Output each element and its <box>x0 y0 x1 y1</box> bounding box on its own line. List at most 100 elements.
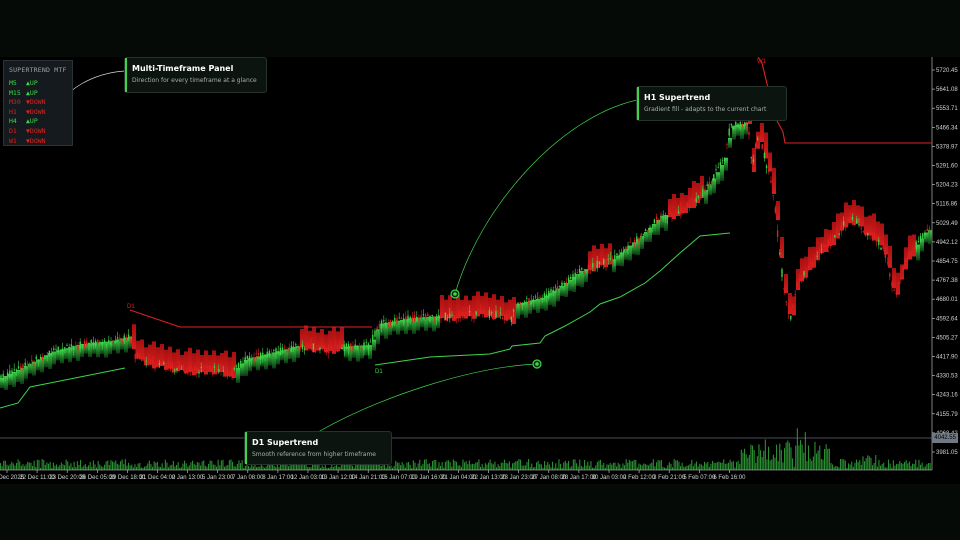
volume-bar <box>867 455 869 470</box>
time-label: 2 Feb 12:00 <box>623 475 656 481</box>
volume-bar <box>51 467 53 470</box>
candle-body <box>801 278 803 280</box>
candle-body <box>99 342 101 344</box>
volume-bar <box>54 465 56 470</box>
candle-body <box>44 358 46 359</box>
candle-body <box>616 253 618 256</box>
candle-body <box>156 360 158 363</box>
candle-body <box>369 341 372 343</box>
candle-body <box>299 346 301 349</box>
candle-body <box>600 263 603 265</box>
volume-bar <box>548 464 550 470</box>
volume-bar <box>801 444 803 470</box>
candle-body <box>792 306 794 307</box>
volume-bar <box>803 452 805 470</box>
candle-body <box>110 342 112 345</box>
volume-bar <box>436 467 438 470</box>
volume-bar <box>342 464 344 470</box>
volume-bar <box>169 465 171 470</box>
volume-bar <box>838 467 840 470</box>
price-label: 4330.53 <box>936 374 958 380</box>
candle-body <box>510 316 513 323</box>
candle-body <box>262 352 264 359</box>
volume-bar <box>264 467 266 470</box>
volume-bar <box>395 460 397 470</box>
candle-body <box>255 353 257 355</box>
volume-bar <box>25 464 27 470</box>
supertrend-band-down <box>860 206 864 227</box>
volume-bar <box>36 459 38 470</box>
candle-body <box>871 233 873 239</box>
candle-body <box>684 208 686 211</box>
price-label: 4854.75 <box>936 259 958 265</box>
candle-body <box>387 325 389 327</box>
chart-area[interactable]: 5720.45 5641.08 5553.71 5466.34 5378.97 5291.… <box>0 57 960 484</box>
volume-bar <box>353 467 355 470</box>
candle-body <box>6 372 9 377</box>
volume-bar <box>65 459 67 470</box>
volume-bar <box>761 456 763 470</box>
candle-body <box>794 294 796 295</box>
mtf-status: ▼DOWN <box>26 98 46 107</box>
volume-bar <box>579 459 581 470</box>
volume-bar <box>505 462 507 470</box>
volume-bar <box>793 466 795 470</box>
volume-bar <box>899 461 901 470</box>
volume-bar <box>337 466 339 470</box>
candle-body <box>715 169 717 171</box>
volume-bar <box>558 459 560 470</box>
volume-bar <box>840 459 842 470</box>
supertrend-band-up <box>256 356 260 371</box>
volume-bar <box>828 448 830 470</box>
price-label: 4243.16 <box>936 393 958 399</box>
volume-histogram <box>0 428 931 470</box>
price-chart[interactable]: 5720.45 5641.08 5553.71 5466.34 5378.97 5291.… <box>0 57 960 484</box>
candle-body <box>622 250 625 253</box>
price-label: 5553.71 <box>936 106 958 112</box>
volume-bar <box>131 464 133 470</box>
volume-bar <box>848 463 850 470</box>
volume-bar <box>644 464 646 470</box>
volume-bar <box>0 463 2 470</box>
volume-bar <box>844 460 846 470</box>
volume-bar <box>582 467 584 470</box>
volume-bar <box>724 463 726 470</box>
candle-body <box>695 197 697 203</box>
candle-body <box>407 315 409 323</box>
volume-bar <box>843 459 845 470</box>
candle-body <box>732 127 735 130</box>
volume-bar <box>153 461 155 470</box>
candle-body <box>77 345 79 350</box>
volume-bar <box>310 467 312 470</box>
volume-bar <box>609 462 611 470</box>
volume-bar <box>100 466 102 470</box>
volume-bar <box>52 462 54 470</box>
volume-bar <box>392 467 394 470</box>
volume-bar <box>619 464 621 470</box>
candle-body <box>363 342 365 351</box>
volume-bar <box>827 448 829 470</box>
volume-bar <box>665 467 667 470</box>
current-price-tag: 4042.55 <box>932 433 958 443</box>
volume-bar <box>318 464 320 470</box>
volume-bar <box>744 448 746 470</box>
volume-bar <box>46 462 48 470</box>
candle-body <box>484 311 486 317</box>
candle-body <box>669 211 671 213</box>
candle-body <box>378 324 381 329</box>
candle-body <box>627 245 629 250</box>
volume-bar <box>700 464 702 470</box>
volume-bar <box>764 439 766 470</box>
volume-bar <box>24 466 26 470</box>
candle-body <box>325 348 328 353</box>
supertrend-band-up <box>432 316 436 332</box>
volume-bar <box>776 444 778 470</box>
candle-body <box>246 355 249 360</box>
supertrend-band-up <box>728 138 732 148</box>
candle-body <box>739 122 741 129</box>
candle-body <box>391 322 394 326</box>
volume-bar <box>707 461 709 470</box>
volume-bar <box>70 463 72 470</box>
supertrend-band-up <box>732 125 736 140</box>
candle-body <box>28 363 31 365</box>
